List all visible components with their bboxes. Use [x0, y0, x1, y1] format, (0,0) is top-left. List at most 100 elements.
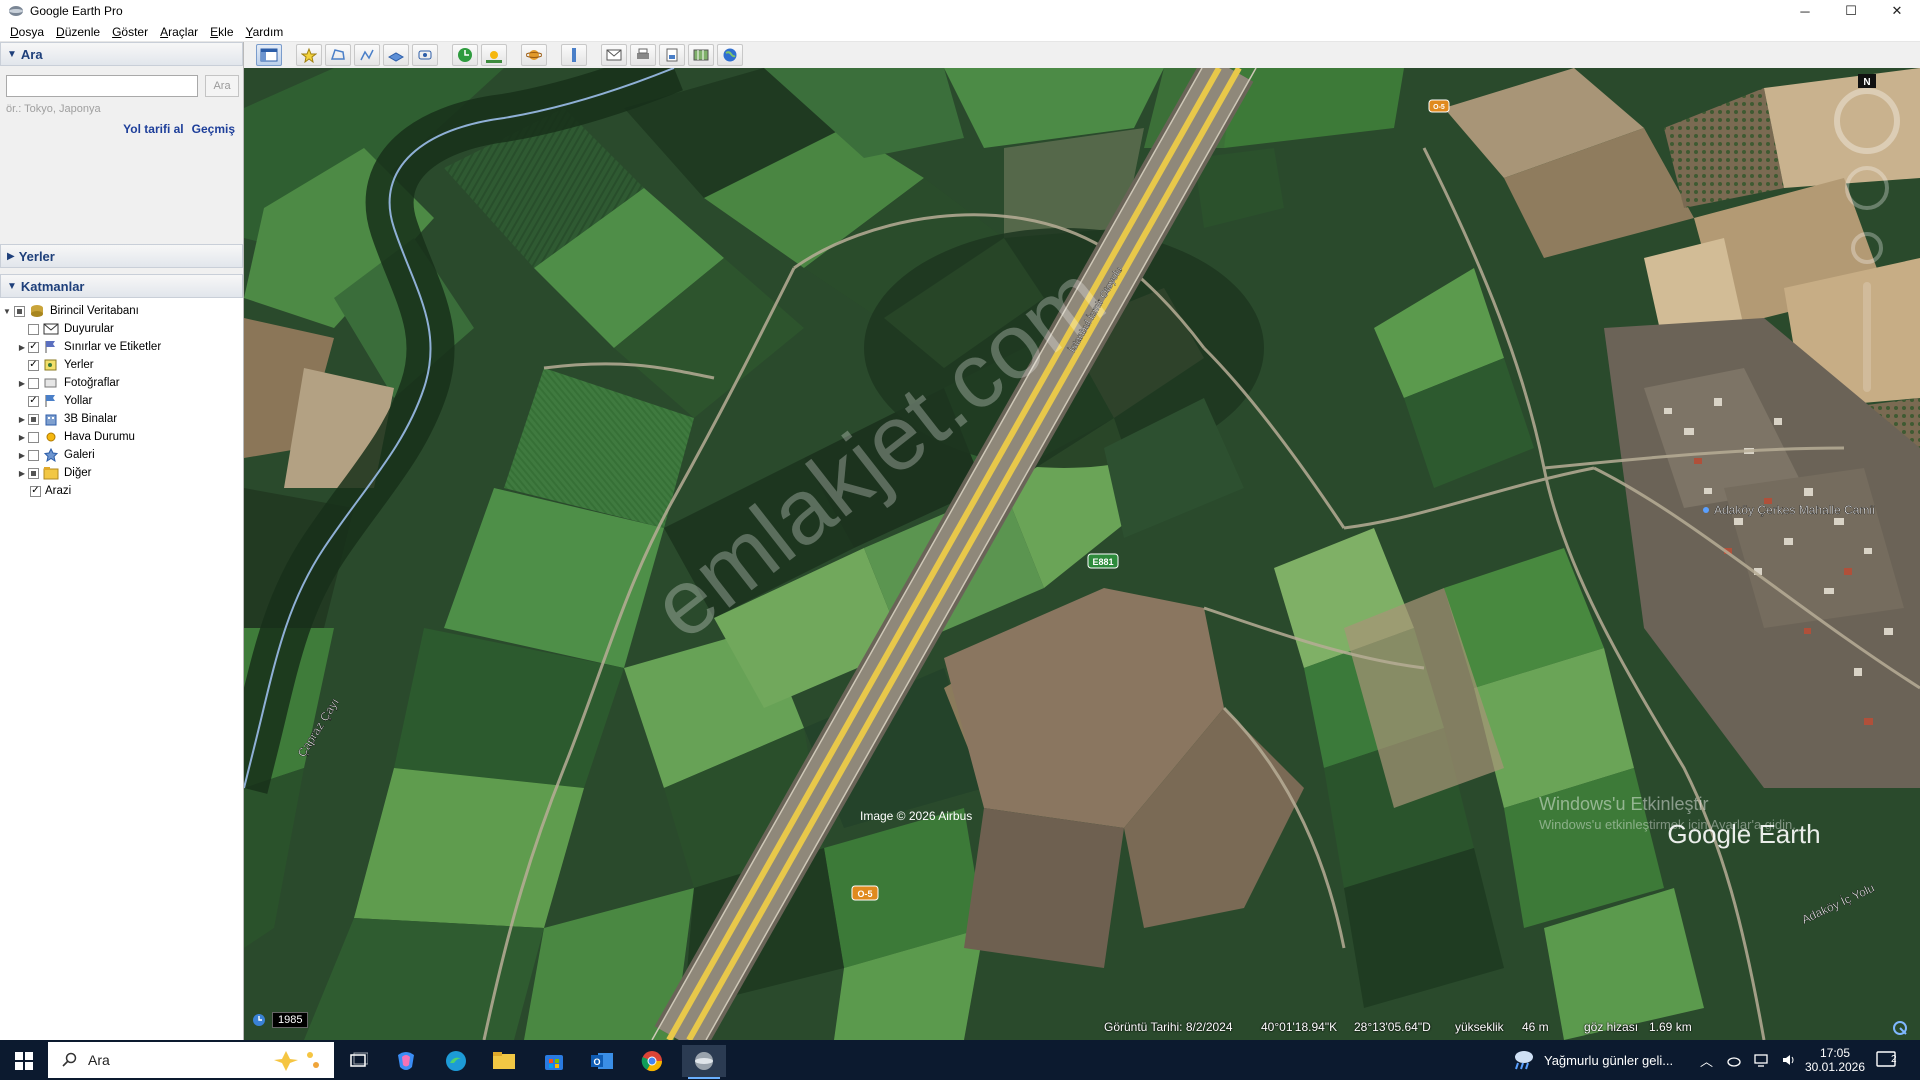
show-hidden-icons-icon[interactable]: ︿ — [1700, 1051, 1713, 1070]
historical-imagery-button[interactable] — [452, 44, 478, 66]
layer-label: Hava Durumu — [64, 431, 135, 443]
expand-triangle-icon[interactable]: ▶ — [16, 451, 28, 460]
chrome-button[interactable] — [634, 1045, 670, 1077]
search-panel-header[interactable]: ▼ Ara — [0, 42, 243, 66]
edge-icon — [446, 1051, 466, 1071]
sunlight-button[interactable] — [481, 44, 507, 66]
layer-row[interactable]: ✓ Yerler — [0, 356, 243, 374]
task-view-button[interactable] — [340, 1045, 376, 1077]
layer-checkbox[interactable]: ✓ — [28, 359, 39, 371]
layer-checkbox[interactable] — [28, 413, 39, 425]
copilot-button[interactable] — [388, 1045, 424, 1077]
layer-row[interactable]: ▶ 3B Binalar — [0, 410, 243, 428]
weather-text: Yağmurlu günler geli... — [1544, 1052, 1674, 1068]
maximize-button[interactable]: ☐ — [1828, 0, 1874, 22]
earth-gallery-button[interactable] — [717, 44, 743, 66]
svg-text:O: O — [593, 1057, 600, 1067]
search-input[interactable] — [6, 75, 198, 97]
print-button[interactable] — [630, 44, 656, 66]
expand-triangle-icon[interactable]: ▶ — [16, 469, 28, 478]
clock[interactable]: 17:05 30.01.2026 — [1800, 1040, 1870, 1080]
expanded-triangle-icon: ▼ — [7, 280, 17, 292]
layers-panel-header[interactable]: ▼ Katmanlar — [0, 274, 243, 298]
google-earth-task-button[interactable] — [682, 1045, 726, 1077]
historical-badge[interactable]: 1985 — [252, 1012, 309, 1028]
store-button[interactable] — [536, 1045, 572, 1077]
add-polygon-button[interactable] — [325, 44, 351, 66]
layer-row[interactable]: ✓ Yollar — [0, 392, 243, 410]
taskbar-search[interactable]: Ara — [48, 1042, 334, 1078]
layer-row[interactable]: ✓ Arazi — [0, 482, 243, 500]
network-icon[interactable] — [1753, 1052, 1769, 1068]
notification-button[interactable]: 2 — [1876, 1040, 1898, 1080]
sun-icon — [486, 51, 502, 63]
layer-checkbox[interactable] — [14, 305, 25, 317]
layer-label: 3B Binalar — [64, 413, 118, 425]
view-in-maps-button[interactable] — [688, 44, 714, 66]
layer-row[interactable]: ▶ Galeri — [0, 446, 243, 464]
outlook-button[interactable]: O — [584, 1045, 620, 1077]
imagery-date: Görüntü Tarihi: 8/2/2024 — [1104, 1020, 1233, 1034]
layer-checkbox[interactable] — [28, 431, 39, 443]
latitude: 40°01'18.94"K — [1261, 1020, 1338, 1034]
layer-checkbox[interactable]: ✓ — [30, 485, 41, 497]
layer-checkbox[interactable] — [28, 377, 39, 389]
menu-add[interactable]: Ekle — [204, 25, 239, 39]
expand-triangle-icon[interactable]: ▶ — [16, 379, 28, 388]
ruler-button[interactable] — [561, 44, 587, 66]
zoom-slider[interactable] — [1863, 282, 1871, 392]
historical-year: 1985 — [272, 1012, 309, 1028]
history-link[interactable]: Geçmiş — [192, 122, 235, 136]
map-view[interactable]: emlakjet.com Çapraz Çayı İstanbul İzmir … — [244, 68, 1920, 1040]
layer-row[interactable]: ▶ Fotoğraflar — [0, 374, 243, 392]
window-title: Google Earth Pro — [30, 4, 123, 18]
edge-button[interactable] — [438, 1045, 474, 1077]
layer-row[interactable]: ▶ Diğer — [0, 464, 243, 482]
save-image-button[interactable] — [659, 44, 685, 66]
weather-widget[interactable]: Yağmurlu günler geli... — [1510, 1040, 1673, 1080]
toggle-sidebar-button[interactable] — [256, 44, 282, 66]
add-image-overlay-button[interactable] — [383, 44, 409, 66]
imagery-copyright: Image © 2026 Airbus — [860, 809, 972, 823]
polygon-icon — [330, 49, 345, 60]
layer-checkbox[interactable] — [28, 467, 39, 479]
expand-triangle-icon[interactable]: ▶ — [16, 415, 28, 424]
layer-checkbox[interactable] — [28, 449, 39, 461]
record-tour-button[interactable] — [412, 44, 438, 66]
longitude: 28°13'05.64"D — [1354, 1020, 1431, 1034]
minimize-button[interactable]: ─ — [1782, 0, 1828, 22]
menu-edit[interactable]: Düzenle — [50, 25, 106, 39]
layer-row[interactable]: Duyurular — [0, 320, 243, 338]
copilot-icon — [398, 1052, 414, 1070]
menu-tools[interactable]: Araçlar — [154, 25, 204, 39]
directions-link[interactable]: Yol tarifi al — [123, 122, 183, 136]
layer-checkbox[interactable]: ✓ — [28, 341, 39, 353]
layer-row[interactable]: ▶ Hava Durumu — [0, 428, 243, 446]
places-icon — [43, 358, 59, 372]
email-button[interactable] — [601, 44, 627, 66]
expand-triangle-icon[interactable]: ▶ — [16, 433, 28, 442]
title-bar: Google Earth Pro ─ ☐ ✕ — [0, 0, 1920, 22]
expand-triangle-icon[interactable]: ▶ — [16, 343, 28, 352]
add-placemark-button[interactable] — [296, 44, 322, 66]
search-button[interactable]: Ara — [205, 75, 239, 97]
file-explorer-button[interactable] — [486, 1045, 522, 1077]
close-button[interactable]: ✕ — [1874, 0, 1920, 22]
volume-icon[interactable] — [1781, 1052, 1797, 1068]
mosque-marker-icon[interactable] — [1703, 507, 1709, 513]
layer-row[interactable]: ▼ Birincil Veritabanı — [0, 302, 243, 320]
layer-checkbox[interactable] — [28, 323, 39, 335]
satellite-imagery[interactable]: emlakjet.com Çapraz Çayı İstanbul İzmir … — [244, 68, 1920, 1040]
places-panel-header[interactable]: ▶ Yerler — [0, 244, 243, 268]
start-button[interactable] — [6, 1045, 42, 1077]
layer-checkbox[interactable]: ✓ — [28, 395, 39, 407]
switch-planet-button[interactable] — [521, 44, 547, 66]
onedrive-icon[interactable] — [1725, 1052, 1741, 1068]
layer-row[interactable]: ▶ ✓ Sınırlar ve Etiketler — [0, 338, 243, 356]
eye-altitude-label: göz hizası — [1584, 1020, 1639, 1034]
menu-file[interactable]: Dosya — [4, 25, 50, 39]
menu-help[interactable]: Yardım — [240, 25, 290, 39]
menu-view[interactable]: Göster — [106, 25, 154, 39]
expand-triangle-icon[interactable]: ▼ — [0, 307, 14, 316]
add-path-button[interactable] — [354, 44, 380, 66]
